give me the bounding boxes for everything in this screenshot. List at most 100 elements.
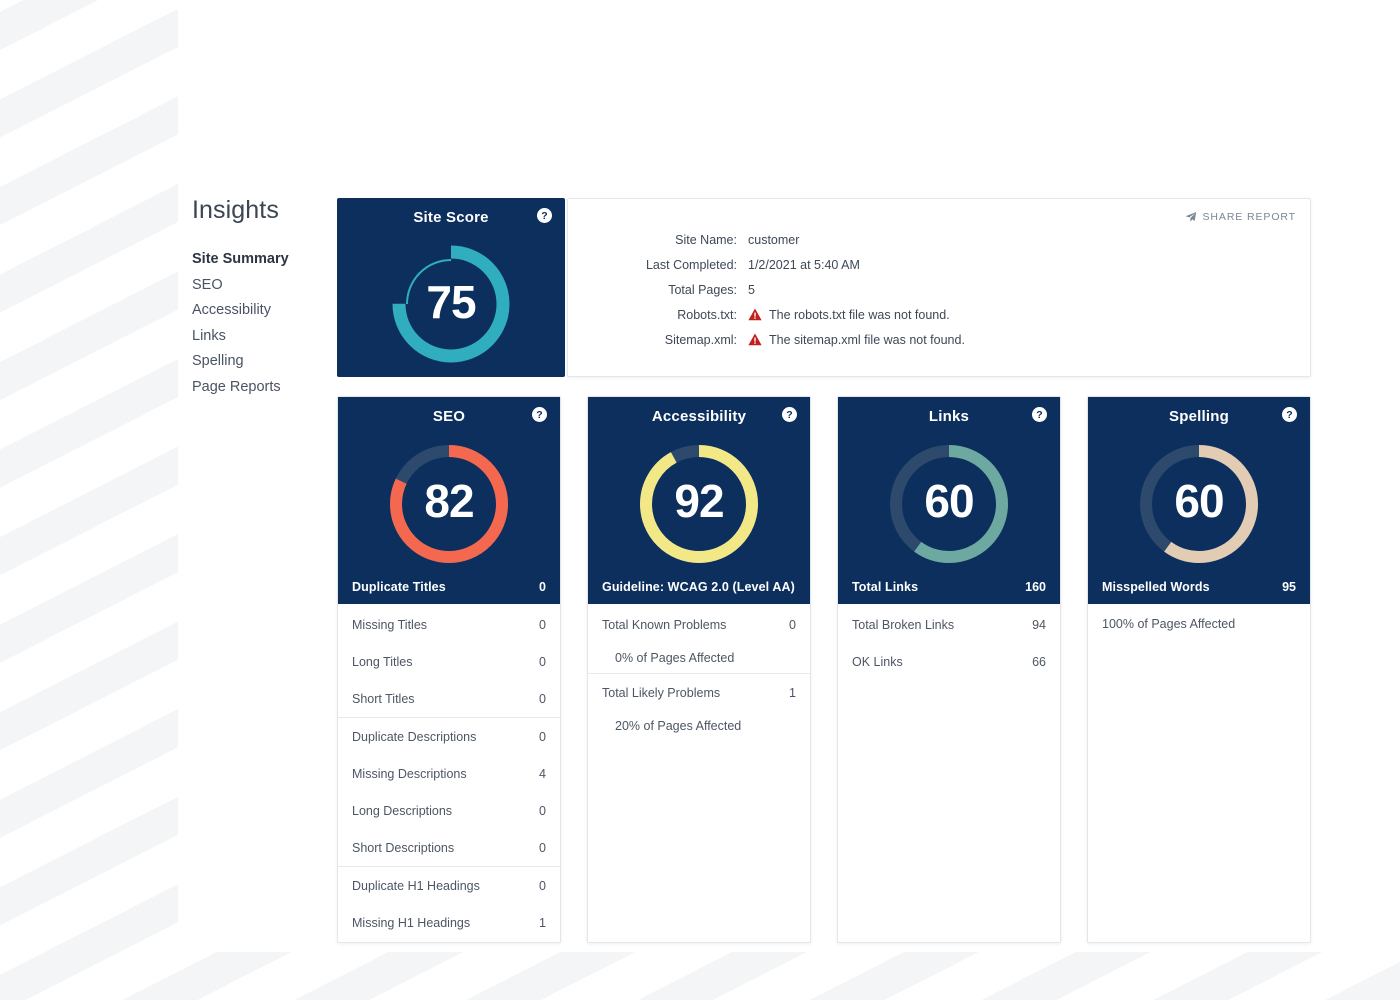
links-card-top: Links ? 60 Total Links 160 <box>838 397 1060 604</box>
info-row-key: Robots.txt: <box>677 307 737 322</box>
accessibility-footer-label: Guideline: WCAG 2.0 (Level AA) <box>602 580 795 594</box>
site-score-title: Site Score <box>413 209 489 226</box>
metric-group: Total Likely Problems 1 20% of Pages Affec… <box>588 673 810 741</box>
warning-triangle-icon <box>748 308 762 321</box>
metric-row: OK Links 66 <box>838 643 1060 680</box>
metric-row-label: Short Titles <box>352 691 415 706</box>
info-row-value: 5 <box>748 283 755 297</box>
metric-row: Missing Descriptions 4 <box>338 755 560 792</box>
metric-row-value: 0 <box>539 617 546 632</box>
send-plane-icon <box>1185 211 1197 223</box>
spelling-card: Spelling ? 60 Misspelled Words 95 100% o… <box>1087 396 1311 943</box>
metric-row-value: 66 <box>1032 654 1046 669</box>
site-score-card: Site Score ? 75 <box>337 198 565 377</box>
svg-text:?: ? <box>1036 409 1042 421</box>
metric-row-label: 20% of Pages Affected <box>615 719 742 733</box>
spelling-card-top: Spelling ? 60 Misspelled Words 95 <box>1088 397 1310 604</box>
metric-row-value: 0 <box>539 840 546 855</box>
info-row-key: Sitemap.xml: <box>664 332 737 347</box>
help-circle-icon[interactable]: ? <box>1032 407 1047 422</box>
links-metric-list: Total Broken Links 94 OK Links 66 <box>838 604 1060 680</box>
metric-row-label: Missing Titles <box>352 617 428 632</box>
metric-row-label: Duplicate Descriptions <box>352 729 477 744</box>
seo-value: 82 <box>424 475 474 527</box>
metric-group: Missing Titles 0 Long Titles 0 Short Titles 0 <box>338 604 560 717</box>
metric-row-value: 1 <box>539 915 546 930</box>
site-score-donut: 75 <box>386 239 516 369</box>
metric-row: Duplicate H1 Headings 0 <box>338 867 560 904</box>
svg-text:?: ? <box>536 409 542 421</box>
site-score-header: Site Score ? <box>337 198 565 239</box>
metric-row: Total Broken Links 94 <box>838 604 1060 643</box>
spelling-value: 60 <box>1174 475 1224 527</box>
help-circle-icon[interactable]: ? <box>532 407 547 422</box>
metric-group: Duplicate Descriptions 0 Missing Descripti… <box>338 717 560 866</box>
share-report-button[interactable]: SHARE REPORT <box>1185 211 1296 223</box>
accessibility-value: 92 <box>674 475 724 527</box>
links-value: 60 <box>924 475 974 527</box>
metric-row-value: 0 <box>539 729 546 744</box>
metric-row-label: Duplicate H1 Headings <box>352 878 480 893</box>
spelling-header: Spelling ? <box>1088 397 1310 438</box>
metric-row: 0% of Pages Affected <box>588 643 810 673</box>
accessibility-donut: 92 <box>633 438 765 570</box>
accessibility-footer: Guideline: WCAG 2.0 (Level AA) <box>588 570 810 604</box>
links-title: Links <box>928 408 970 425</box>
seo-card-top: SEO ? 82 Duplicate Titles 0 <box>338 397 560 604</box>
warning-triangle-icon <box>748 333 762 346</box>
metric-row-value: 0 <box>539 654 546 669</box>
spelling-footer-value: 95 <box>1282 580 1296 594</box>
info-row-value: The robots.txt file was not found. <box>748 308 950 322</box>
metric-row-label: Total Likely Problems <box>602 685 721 700</box>
info-row: Robots.txt: The robots.txt file was not f… <box>568 302 1310 327</box>
info-row-text: The robots.txt file was not found. <box>769 307 950 322</box>
info-row-value: 1/2/2021 at 5:40 AM <box>748 258 860 272</box>
help-circle-icon[interactable]: ? <box>537 208 552 223</box>
metric-row: Total Known Problems 0 <box>588 604 810 643</box>
site-score-value: 75 <box>426 276 476 328</box>
svg-text:?: ? <box>786 409 792 421</box>
links-footer: Total Links 160 <box>838 570 1060 604</box>
sidebar-item-accessibility[interactable]: Accessibility <box>192 298 332 324</box>
seo-card: SEO ? 82 Duplicate Titles 0 Missing Titl… <box>337 396 561 943</box>
spelling-note: 100% of Pages Affected <box>1102 617 1236 631</box>
metric-row: Short Titles 0 <box>338 680 560 717</box>
site-info-rows: Site Name: customer Last Completed: 1/2/202… <box>568 227 1310 352</box>
accessibility-header: Accessibility ? <box>588 397 810 438</box>
metric-row-label: Short Descriptions <box>352 840 455 855</box>
spelling-metric-list: 100% of Pages Affected <box>1088 604 1310 631</box>
metric-row-value: 1 <box>789 685 796 700</box>
info-row: Last Completed: 1/2/2021 at 5:40 AM <box>568 252 1310 277</box>
accessibility-metric-list: Total Known Problems 0 0% of Pages Affecte… <box>588 604 810 741</box>
svg-text:?: ? <box>541 210 547 222</box>
sidebar-item-page-reports[interactable]: Page Reports <box>192 375 332 401</box>
info-row-key: Site Name: <box>675 232 737 247</box>
sidebar-item-seo[interactable]: SEO <box>192 273 332 299</box>
accessibility-title: Accessibility <box>651 408 747 425</box>
seo-metric-list: Missing Titles 0 Long Titles 0 Short Titles 0… <box>338 604 560 941</box>
sidebar-item-links[interactable]: Links <box>192 324 332 350</box>
sidebar-nav: Site Summary SEO Accessibility Links Spellin… <box>192 247 332 400</box>
info-row-text: 5 <box>748 282 755 297</box>
info-row-key: Last Completed: <box>645 257 737 272</box>
links-header: Links ? <box>838 397 1060 438</box>
metric-row: Duplicate Descriptions 0 <box>338 718 560 755</box>
site-info-card: SHARE REPORT Site Name: customer Last Comp… <box>567 198 1311 377</box>
metric-row-value: 4 <box>539 766 546 781</box>
metric-row-label: Total Broken Links <box>852 617 955 632</box>
help-circle-icon[interactable]: ? <box>782 407 797 422</box>
metric-row: Missing Titles 0 <box>338 604 560 643</box>
help-circle-icon[interactable]: ? <box>1282 407 1297 422</box>
info-row: Site Name: customer <box>568 227 1310 252</box>
metric-row: Long Descriptions 0 <box>338 792 560 829</box>
metric-group: Total Known Problems 0 0% of Pages Affecte… <box>588 604 810 673</box>
metric-row: Total Likely Problems 1 <box>588 674 810 711</box>
info-row: Total Pages: 5 <box>568 277 1310 302</box>
spelling-footer: Misspelled Words 95 <box>1088 570 1310 604</box>
metric-row-label: 0% of Pages Affected <box>615 651 735 665</box>
sidebar-item-site-summary[interactable]: Site Summary <box>192 247 332 273</box>
sidebar-item-spelling[interactable]: Spelling <box>192 349 332 375</box>
links-card: Links ? 60 Total Links 160 Total Broken … <box>837 396 1061 943</box>
metric-row-label: Total Known Problems <box>602 617 727 632</box>
seo-donut: 82 <box>383 438 515 570</box>
